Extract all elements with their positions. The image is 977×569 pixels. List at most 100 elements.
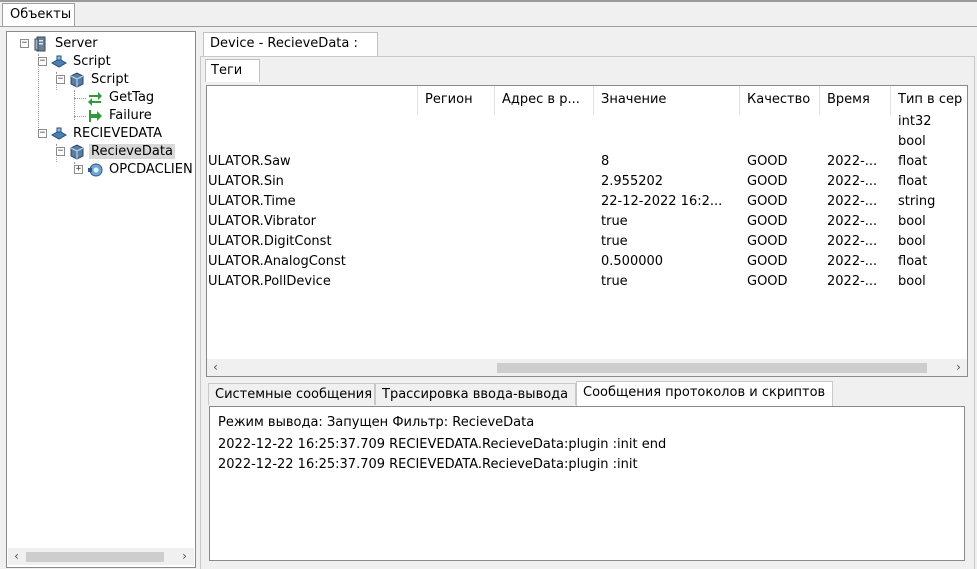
table-cell-address[interactable] bbox=[502, 132, 600, 152]
table-cell-address[interactable] bbox=[502, 152, 600, 172]
tree-node-script-device[interactable]: − Script bbox=[7, 71, 195, 89]
table-cell-address[interactable] bbox=[502, 252, 600, 272]
table-cell-region[interactable] bbox=[425, 252, 501, 272]
scroll-left-icon[interactable]: ‹ bbox=[8, 548, 25, 565]
scroll-right-icon[interactable]: › bbox=[950, 359, 967, 376]
table-cell-region[interactable] bbox=[425, 172, 501, 192]
table-cell-address[interactable] bbox=[502, 112, 600, 132]
device-title-tab[interactable]: Device - RecieveData : bbox=[203, 32, 378, 56]
table-cell-name[interactable]: ULATOR.Saw bbox=[208, 152, 418, 172]
table-cell-quality[interactable]: GOOD bbox=[747, 252, 826, 272]
table-cell-name[interactable] bbox=[208, 112, 418, 132]
table-cell-region[interactable] bbox=[425, 212, 501, 232]
table-cell-quality[interactable]: GOOD bbox=[747, 232, 826, 252]
table-cell-name[interactable] bbox=[208, 132, 418, 152]
table-cell-name[interactable]: ULATOR.DigitConst bbox=[208, 232, 418, 252]
table-cell-region[interactable] bbox=[425, 132, 501, 152]
table-cell-time[interactable]: 2022-... bbox=[827, 172, 897, 192]
collapse-icon[interactable]: − bbox=[56, 75, 65, 84]
table-cell-quality[interactable] bbox=[747, 112, 826, 132]
tab-io-trace[interactable]: Трассировка ввода-вывода bbox=[375, 383, 576, 405]
expand-icon[interactable]: + bbox=[74, 165, 83, 174]
table-cell-region[interactable] bbox=[425, 232, 501, 252]
table-cell-time[interactable]: 2022-... bbox=[827, 212, 897, 232]
table-cell-type[interactable]: float bbox=[898, 152, 967, 172]
table-cell-value[interactable]: true bbox=[601, 272, 746, 292]
table-cell-time[interactable]: 2022-... bbox=[827, 252, 897, 272]
object-tree-panel[interactable]: − Server − Script − Script GetTag Failur… bbox=[6, 31, 196, 568]
tree-horizontal-scrollbar[interactable]: ‹ › bbox=[8, 548, 194, 565]
column-header-quality[interactable]: Качество bbox=[740, 86, 820, 115]
column-header-time[interactable]: Время bbox=[820, 86, 891, 115]
table-cell-value[interactable]: true bbox=[601, 232, 746, 252]
table-cell-time[interactable]: 2022-... bbox=[827, 152, 897, 172]
tab-protocol-script-messages[interactable]: Сообщения протоколов и скриптов bbox=[576, 381, 833, 406]
table-cell-region[interactable] bbox=[425, 152, 501, 172]
tab-objects[interactable]: Объекты bbox=[2, 3, 75, 26]
scrollbar-thumb[interactable] bbox=[497, 363, 927, 373]
table-cell-quality[interactable]: GOOD bbox=[747, 272, 826, 292]
table-cell-type[interactable]: int32 bbox=[898, 112, 967, 132]
scrollbar-thumb[interactable] bbox=[26, 552, 164, 562]
table-cell-value[interactable] bbox=[601, 112, 746, 132]
tree-node-failure[interactable]: Failure bbox=[7, 107, 195, 125]
table-cell-name[interactable]: ULATOR.Vibrator bbox=[208, 212, 418, 232]
tree-node-server[interactable]: − Server bbox=[7, 35, 195, 53]
table-cell-time[interactable]: 2022-... bbox=[827, 272, 897, 292]
table-cell-address[interactable] bbox=[502, 212, 600, 232]
tree-node-recievedata-channel[interactable]: − RECIEVEDATA bbox=[7, 125, 195, 143]
table-cell-name[interactable]: ULATOR.AnalogConst bbox=[208, 252, 418, 272]
column-header-address[interactable]: Адрес в р... bbox=[495, 86, 594, 115]
table-cell-type[interactable]: bool bbox=[898, 132, 967, 152]
table-cell-time[interactable]: 2022-... bbox=[827, 232, 897, 252]
table-cell-time[interactable] bbox=[827, 112, 897, 132]
table-cell-value[interactable]: 22-12-2022 16:2... bbox=[601, 192, 746, 212]
table-cell-region[interactable] bbox=[425, 272, 501, 292]
tab-tags[interactable]: Теги bbox=[205, 59, 260, 82]
table-horizontal-scrollbar[interactable]: ‹ › bbox=[207, 359, 967, 376]
table-cell-type[interactable]: float bbox=[898, 252, 967, 272]
table-cell-quality[interactable]: GOOD bbox=[747, 212, 826, 232]
column-header-server-type[interactable]: Тип в сер bbox=[891, 86, 967, 115]
table-cell-type[interactable]: bool bbox=[898, 232, 967, 252]
scroll-left-icon[interactable]: ‹ bbox=[207, 359, 224, 376]
table-cell-time[interactable]: 2022-... bbox=[827, 192, 897, 212]
table-cell-value[interactable] bbox=[601, 132, 746, 152]
table-cell-name[interactable]: ULATOR.PollDevice bbox=[208, 272, 418, 292]
table-cell-value[interactable]: 0.500000 bbox=[601, 252, 746, 272]
table-cell-address[interactable] bbox=[502, 172, 600, 192]
message-log[interactable]: Режим вывода: Запущен Фильтр: RecieveDat… bbox=[209, 406, 965, 561]
table-cell-type[interactable]: string bbox=[898, 192, 967, 212]
collapse-icon[interactable]: − bbox=[38, 57, 47, 66]
column-header-region[interactable]: Регион bbox=[418, 86, 495, 115]
table-cell-address[interactable] bbox=[502, 232, 600, 252]
scroll-right-icon[interactable]: › bbox=[176, 548, 193, 565]
table-cell-type[interactable]: float bbox=[898, 172, 967, 192]
table-cell-name[interactable]: ULATOR.Sin bbox=[208, 172, 418, 192]
table-cell-name[interactable]: ULATOR.Time bbox=[208, 192, 418, 212]
tree-node-gettag[interactable]: GetTag bbox=[7, 89, 195, 107]
table-cell-type[interactable]: bool bbox=[898, 212, 967, 232]
tree-node-script-channel[interactable]: − Script bbox=[7, 53, 195, 71]
tab-system-messages[interactable]: Системные сообщения bbox=[208, 383, 375, 405]
table-cell-quality[interactable] bbox=[747, 132, 826, 152]
table-cell-time[interactable] bbox=[827, 132, 897, 152]
collapse-icon[interactable]: − bbox=[20, 39, 29, 48]
collapse-icon[interactable]: − bbox=[56, 147, 65, 156]
table-cell-type[interactable]: bool bbox=[898, 272, 967, 292]
table-cell-address[interactable] bbox=[502, 192, 600, 212]
table-cell-quality[interactable]: GOOD bbox=[747, 192, 826, 212]
table-cell-value[interactable]: true bbox=[601, 212, 746, 232]
tree-node-opcdaclient[interactable]: + OPCDACLIEN bbox=[7, 161, 195, 179]
column-header-value[interactable]: Значение bbox=[594, 86, 740, 115]
table-cell-quality[interactable]: GOOD bbox=[747, 172, 826, 192]
tree-node-recievedata-device[interactable]: − RecieveData bbox=[7, 143, 195, 161]
table-cell-address[interactable] bbox=[502, 272, 600, 292]
collapse-icon[interactable]: − bbox=[38, 129, 47, 138]
tags-table[interactable]: Регион Адрес в р... Значение Качество Вр… bbox=[206, 85, 968, 377]
table-cell-region[interactable] bbox=[425, 112, 501, 132]
table-cell-value[interactable]: 2.955202 bbox=[601, 172, 746, 192]
table-cell-quality[interactable]: GOOD bbox=[747, 152, 826, 172]
table-cell-region[interactable] bbox=[425, 192, 501, 212]
table-cell-value[interactable]: 8 bbox=[601, 152, 746, 172]
